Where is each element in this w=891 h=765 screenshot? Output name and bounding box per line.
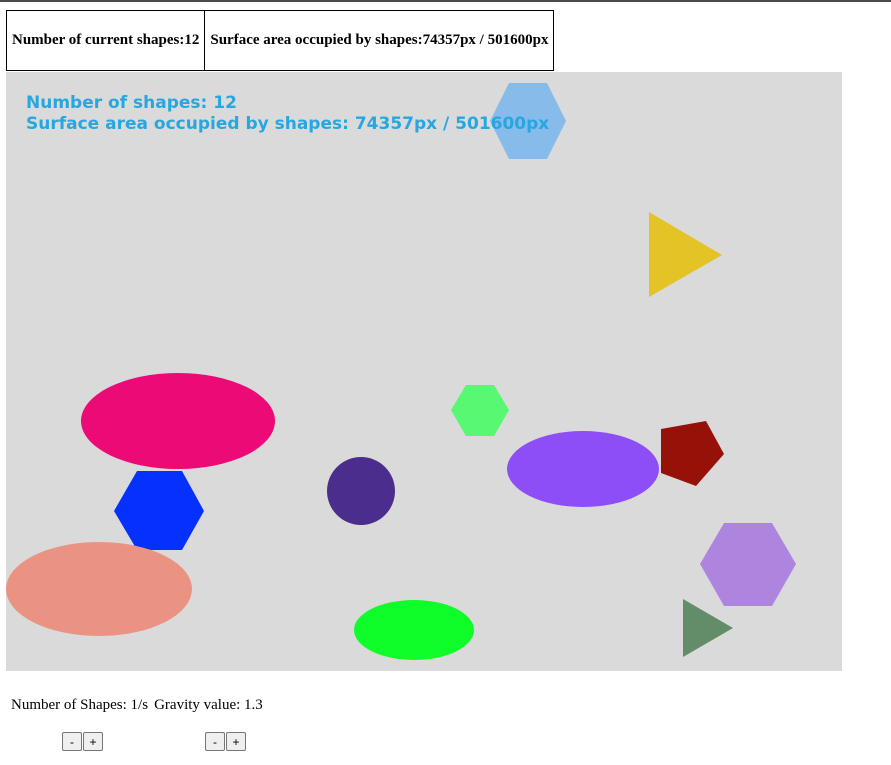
yellow-triangle[interactable]: [649, 212, 722, 297]
controls-labels: Number of Shapes: 1/s Gravity value: 1.3: [11, 697, 263, 714]
surface-area-value: 74357px / 501600px: [422, 32, 549, 48]
shapes-count-label: Number of current shapes:: [12, 32, 185, 48]
surface-area-cell: Surface area occupied by shapes:74357px …: [204, 10, 555, 71]
green-gray-triangle[interactable]: [683, 599, 733, 657]
salmon-ellipse[interactable]: [6, 542, 192, 636]
overlay-shape-count: Number of shapes: 12: [26, 93, 237, 113]
surface-area-label: Surface area occupied by shapes:: [210, 32, 423, 48]
shapes-count-cell: Number of current shapes:12: [5, 10, 206, 71]
purple-ellipse[interactable]: [507, 431, 659, 507]
lavender-hexagon[interactable]: [700, 523, 796, 606]
indigo-circle[interactable]: [327, 457, 395, 525]
shapes-rate-buttons: - +: [62, 732, 103, 751]
decrease-shapes-button[interactable]: -: [62, 732, 82, 751]
decrease-gravity-button[interactable]: -: [205, 732, 225, 751]
gravity-value-label: Gravity value: 1.3: [154, 697, 263, 713]
gravity-buttons: - +: [205, 732, 246, 751]
shapes-per-second-label: Number of Shapes: 1/s: [11, 697, 149, 713]
blue-hexagon[interactable]: [114, 471, 204, 550]
increase-shapes-button[interactable]: +: [83, 732, 103, 751]
canvas-overlay-text: Number of shapes: 12 Surface area occupi…: [26, 93, 549, 135]
stats-table: Number of current shapes:12 Surface area…: [5, 10, 555, 71]
shapes-svg: [6, 83, 796, 660]
light-green-hexagon[interactable]: [451, 385, 509, 436]
pink-ellipse[interactable]: [81, 373, 275, 469]
shapes-canvas[interactable]: Number of shapes: 12 Surface area occupi…: [6, 72, 842, 671]
shapes-count-value: 12: [184, 32, 200, 48]
top-border: [0, 0, 891, 2]
increase-gravity-button[interactable]: +: [226, 732, 246, 751]
overlay-surface-area: Surface area occupied by shapes: 74357px…: [26, 114, 550, 134]
green-ellipse[interactable]: [354, 600, 474, 660]
dark-red-pentagon[interactable]: [661, 421, 724, 486]
